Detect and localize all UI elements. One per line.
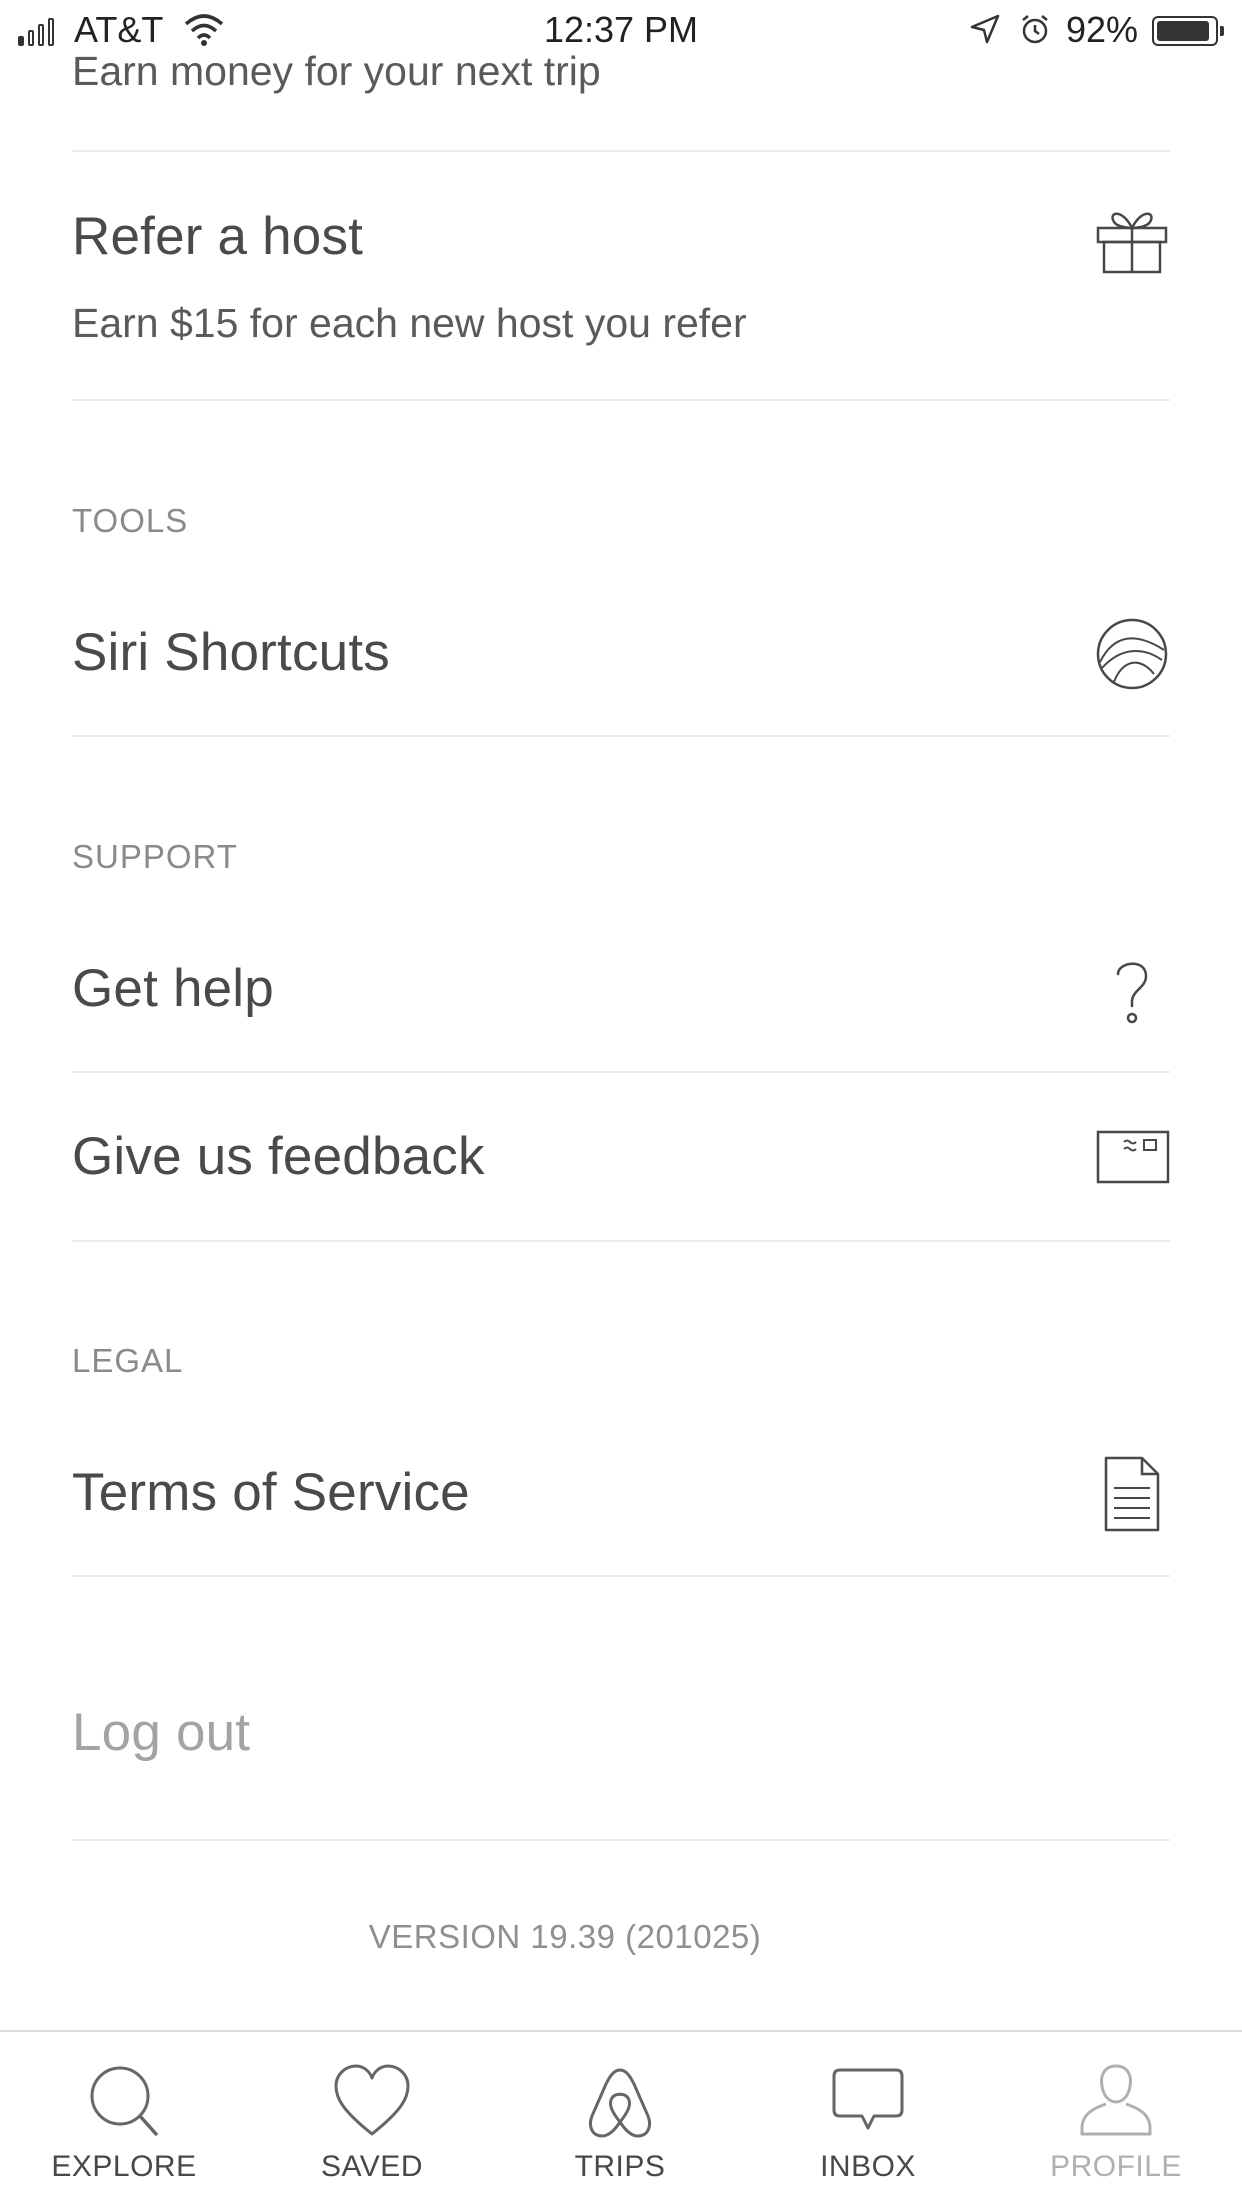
- section-header-legal: LEGAL: [72, 1342, 184, 1379]
- divider: [72, 1839, 1170, 1841]
- give-feedback-label: Give us feedback: [72, 1127, 485, 1186]
- tab-saved[interactable]: SAVED: [248, 2032, 496, 2210]
- divider: [72, 399, 1170, 401]
- battery-icon: [1152, 16, 1224, 46]
- document-icon: [1104, 1456, 1160, 1532]
- battery-fill: [1157, 21, 1209, 41]
- section-header-support: SUPPORT: [72, 838, 238, 875]
- tab-inbox[interactable]: INBOX: [744, 2032, 992, 2210]
- divider: [72, 1575, 1170, 1577]
- divider: [72, 1071, 1170, 1073]
- tab-trips-label: TRIPS: [574, 2150, 666, 2183]
- tab-inbox-label: INBOX: [820, 2150, 916, 2183]
- alarm-icon: [1018, 12, 1052, 56]
- siri-shortcuts-label: Siri Shortcuts: [72, 623, 390, 682]
- airbnb-logo-icon: [588, 2068, 652, 2138]
- siri-icon: [1096, 618, 1168, 690]
- refer-host-title: Refer a host: [72, 207, 364, 266]
- refer-host-subtitle: Earn $15 for each new host you refer: [72, 300, 747, 346]
- tab-explore-label: EXPLORE: [51, 2150, 197, 2183]
- chat-bubble-icon: [832, 2068, 904, 2130]
- tab-profile[interactable]: PROFILE: [992, 2032, 1240, 2210]
- tab-explore[interactable]: EXPLORE: [0, 2032, 248, 2210]
- battery-percent: 92%: [1066, 9, 1139, 50]
- search-icon: [90, 2066, 158, 2136]
- feedback-card-icon: [1096, 1130, 1170, 1184]
- gift-icon: [1096, 212, 1168, 274]
- section-header-tools: TOOLS: [72, 502, 189, 539]
- person-icon: [1080, 2064, 1152, 2136]
- tab-trips[interactable]: TRIPS: [496, 2032, 744, 2210]
- clock: 12:37 PM: [543, 9, 699, 50]
- tab-profile-label: PROFILE: [1050, 2150, 1182, 2183]
- divider: [72, 1240, 1170, 1242]
- get-help-label: Get help: [72, 959, 274, 1018]
- terms-of-service-label: Terms of Service: [72, 1463, 470, 1522]
- location-arrow-icon: [968, 12, 1002, 56]
- question-mark-icon: [1116, 962, 1148, 1024]
- divider: [72, 735, 1170, 737]
- version-label: VERSION 19.39 (201025): [368, 1918, 762, 1955]
- divider: [72, 150, 1170, 152]
- tab-saved-label: SAVED: [321, 2150, 423, 2183]
- heart-icon: [334, 2064, 410, 2136]
- tab-bar: EXPLORE SAVED TRIPS INBOX PROFILE: [0, 2030, 1242, 2208]
- log-out-button[interactable]: Log out: [72, 1702, 250, 1763]
- partial-row-subtitle: Earn money for your next trip: [72, 48, 601, 94]
